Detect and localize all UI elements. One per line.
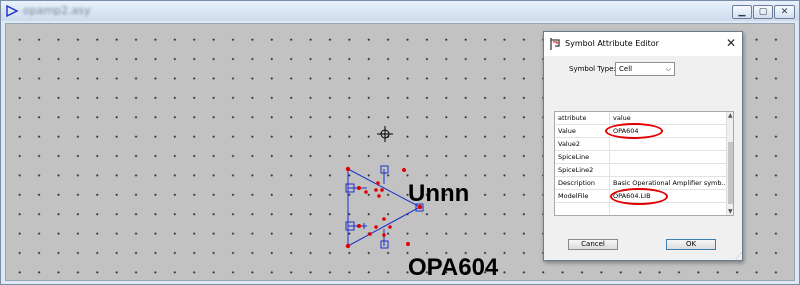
cancel-button[interactable]: Cancel <box>568 239 618 250</box>
header-value: value <box>613 114 631 122</box>
symbol-attribute-editor-dialog: Symbol Attribute Editor ✕ Symbol Type: C… <box>543 31 743 261</box>
attribute-name: Description <box>558 179 596 187</box>
symbol-type-label: Symbol Type: <box>569 65 616 73</box>
title-bar[interactable]: opamp2.asy ▁ ▢ ✕ <box>1 1 799 21</box>
dialog-close-icon[interactable]: ✕ <box>726 37 736 49</box>
table-row[interactable]: SpiceLine <box>555 151 726 164</box>
minimize-icon: ▁ <box>738 7 746 17</box>
attribute-name: Value2 <box>558 140 580 148</box>
attribute-table[interactable]: attribute value Value OPA604 Value2 Spic… <box>554 111 734 216</box>
maximize-icon: ▢ <box>758 7 768 17</box>
attribute-name: Value <box>558 127 576 135</box>
opamp-app-icon <box>6 4 19 18</box>
ok-button[interactable]: OK <box>666 239 716 250</box>
attribute-name: SpiceLine <box>558 153 590 161</box>
crosshair-cursor-icon <box>377 126 393 142</box>
close-button[interactable]: ✕ <box>774 5 795 19</box>
value-highlight-oval <box>605 123 663 139</box>
modelfile-highlight-oval <box>610 188 668 205</box>
header-attribute: attribute <box>558 114 587 122</box>
table-row[interactable]: Value2 <box>555 138 726 151</box>
symbol-editor-icon <box>550 38 560 50</box>
scroll-up-icon[interactable]: ▲ <box>728 112 733 119</box>
symbol-type-value: Cell <box>619 65 633 73</box>
window-title: opamp2.asy <box>23 4 91 17</box>
maximize-button[interactable]: ▢ <box>753 5 773 19</box>
resize-grip-icon[interactable]: ⋰ <box>735 252 742 260</box>
dialog-title: Symbol Attribute Editor <box>565 39 659 48</box>
reference-designator-label[interactable]: Unnn <box>408 180 469 208</box>
symbol-type-select[interactable]: Cell ⌵ <box>615 62 675 76</box>
dialog-title-bar[interactable]: Symbol Attribute Editor ✕ <box>544 32 742 56</box>
chevron-down-icon: ⌵ <box>665 65 671 73</box>
attribute-name: ModelFile <box>558 192 589 200</box>
attribute-value[interactable]: Basic Operational Amplifier symb... <box>613 179 728 187</box>
scroll-down-icon[interactable]: ▼ <box>728 208 733 215</box>
value-label[interactable]: OPA604 <box>408 254 498 282</box>
minimize-button[interactable]: ▁ <box>732 5 752 19</box>
attribute-name: SpiceLine2 <box>558 166 594 174</box>
table-row[interactable]: SpiceLine2 <box>555 164 726 177</box>
scrollbar-thumb[interactable] <box>728 142 733 204</box>
table-scrollbar[interactable]: ▲ ▼ <box>726 112 733 215</box>
close-icon: ✕ <box>780 7 789 17</box>
